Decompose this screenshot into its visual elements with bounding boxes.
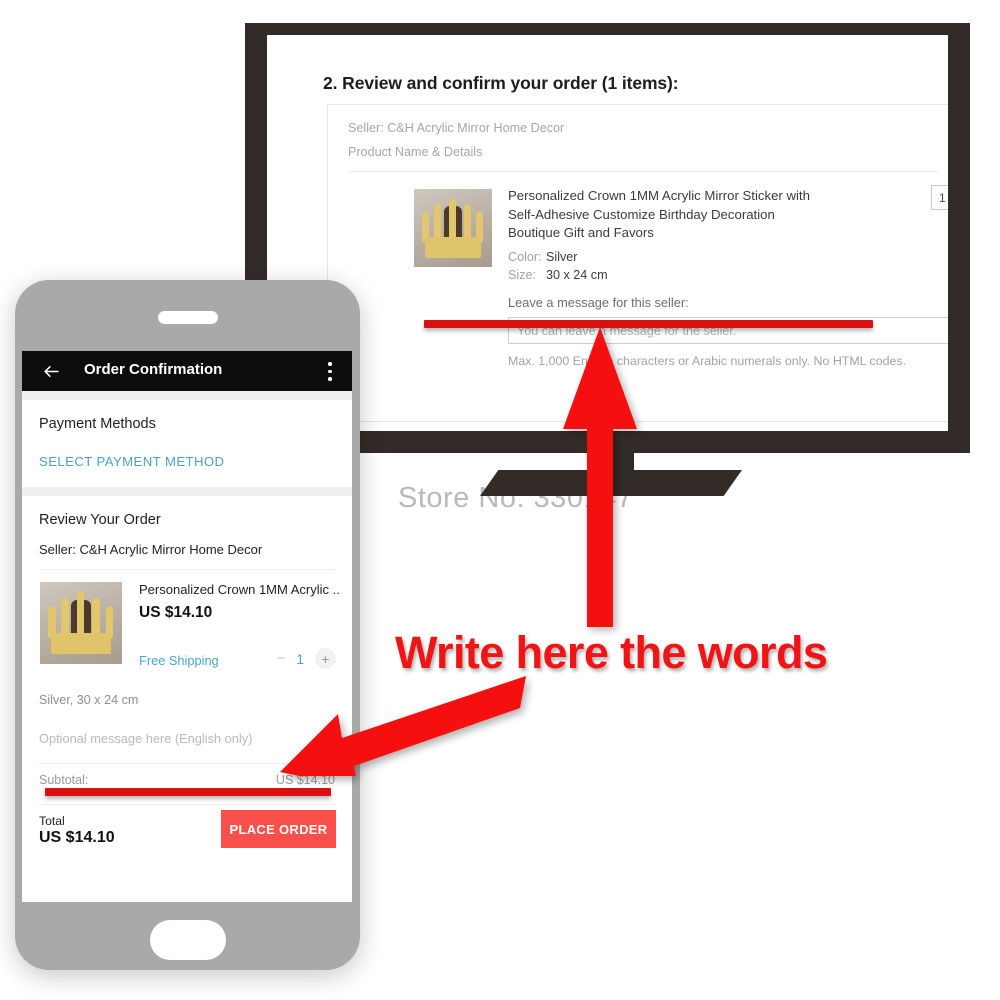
back-arrow-icon[interactable] [42,362,61,381]
diagonal-arrow-annotation [280,676,526,776]
quantity-stepper: − 1 + [276,648,336,669]
mobile-screen: Order Confirmation Payment Methods SELEC… [22,351,352,902]
mobile-message-underline-annotation [45,788,331,796]
up-arrow-annotation [563,327,637,627]
mobile-seller-name[interactable]: Seller: C&H Acrylic Mirror Home Decor [22,528,352,569]
quantity-increment-button[interactable]: + [315,648,336,669]
payment-methods-heading: Payment Methods [39,416,156,432]
phone-home-button[interactable] [150,920,226,960]
total-row: Total US $14.10 PLACE ORDER [22,805,352,863]
total-label: Total [39,814,65,828]
desktop-product-title[interactable]: Personalized Crown 1MM Acrylic Mirror St… [508,187,818,243]
desktop-page-heading: 2. Review and confirm your order (1 item… [323,73,679,93]
color-value: Silver [546,250,578,264]
callout-text: Write here the words [395,627,828,678]
subtotal-label: Subtotal: [39,773,89,787]
mobile-order-item: Personalized Crown 1MM Acrylic ... US $1… [22,570,352,685]
desktop-quantity-input[interactable]: 1 [931,185,948,210]
desktop-product-thumbnail[interactable] [414,189,492,267]
size-value: 30 x 24 cm [546,268,608,282]
place-order-button[interactable]: PLACE ORDER [221,810,336,848]
desktop-seller-name: Seller: C&H Acrylic Mirror Home Decor [348,121,565,135]
review-order-heading: Review Your Order [39,512,161,528]
mobile-page-title: Order Confirmation [84,361,223,378]
select-payment-method-link[interactable]: SELECT PAYMENT METHOD [22,432,352,487]
mobile-product-thumbnail[interactable] [40,582,122,664]
phone-earpiece-speaker [158,311,218,324]
order-review-card: Seller: C&H Acrylic Mirror Home Decor Pr… [327,104,948,422]
crown-product-image [40,582,122,664]
more-vertical-icon[interactable] [328,362,332,381]
desktop-message-label: Leave a message for this seller: [508,295,689,310]
mobile-product-price: US $14.10 [139,604,213,621]
mobile-app-bar: Order Confirmation [22,351,352,391]
size-label: Size: [508,268,536,282]
screenshot-canvas: Store No: 330147 2. Review and confirm y… [0,0,1000,1000]
desktop-message-underline-annotation [424,320,873,328]
total-value: US $14.10 [39,829,115,846]
section-gap [22,391,352,400]
desktop-product-attributes: Color: Silver Size: 30 x 24 cm [508,248,608,284]
color-label: Color: [508,250,542,264]
mobile-product-title[interactable]: Personalized Crown 1MM Acrylic ... [139,582,339,597]
quantity-decrement-button[interactable]: − [276,650,285,667]
free-shipping-label[interactable]: Free Shipping [139,653,219,668]
section-gap [22,487,352,496]
crown-product-image [414,189,492,267]
card-divider [348,171,938,172]
quantity-value: 1 [296,650,304,667]
desktop-product-column-header: Product Name & Details [348,145,483,159]
payment-methods-section: Payment Methods SELECT PAYMENT METHOD [22,400,352,487]
